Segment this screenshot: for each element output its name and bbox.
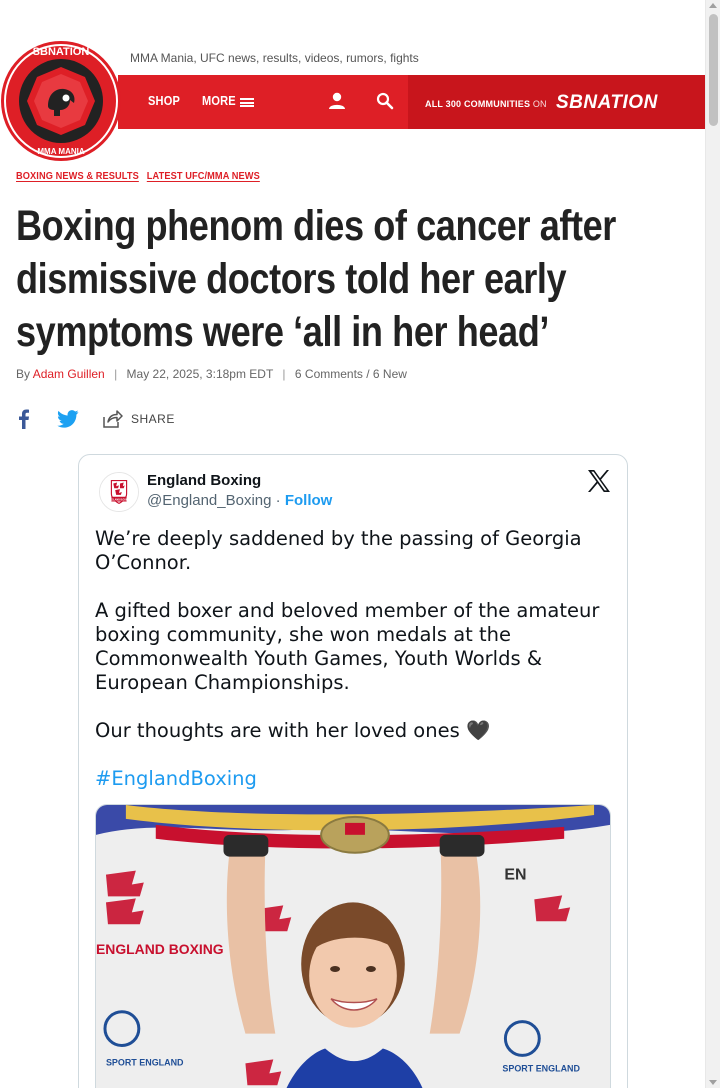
backdrop-banner-text: ENGLAND BOXING	[96, 941, 224, 957]
tweet-text: We’re deeply saddened by the passing of …	[95, 527, 610, 815]
byline-separator: |	[282, 367, 286, 381]
avatar-text: ENGLAND BOXING	[108, 499, 131, 502]
author-link[interactable]: Adam Guillen	[33, 367, 105, 381]
logo-top-text: SBNATION	[33, 46, 90, 58]
communities-label: ALL 300 COMMUNITIES	[425, 99, 531, 109]
hamburger-icon[interactable]	[240, 98, 254, 107]
communities-on-label: ON	[532, 99, 547, 109]
breadcrumb: BOXING NEWS & RESULTS LATEST UFC/MMA NEW…	[16, 170, 265, 182]
share-icon[interactable]	[101, 409, 123, 429]
all-communities-link[interactable]: ALL 300 COMMUNITIES ON	[425, 99, 547, 109]
twitter-icon[interactable]	[57, 410, 79, 428]
article-headline: Boxing phenom dies of cancer after dismi…	[16, 202, 616, 356]
scroll-up-arrow-icon[interactable]	[709, 3, 717, 8]
handle-dot: ·	[275, 492, 281, 509]
tweet-handle-row: @England_Boxing · Follow	[147, 492, 332, 509]
search-icon[interactable]	[375, 91, 395, 111]
sbnation-logo[interactable]: SBNATION	[556, 92, 658, 114]
share-label[interactable]: SHARE	[131, 412, 175, 426]
user-icon[interactable]	[327, 91, 347, 111]
scroll-thumb[interactable]	[709, 14, 718, 126]
facebook-icon[interactable]	[15, 409, 31, 429]
sponsor-text: SPORT ENGLAND	[106, 1057, 184, 1067]
x-logo-icon[interactable]	[587, 469, 611, 493]
tweet-handle[interactable]: @England_Boxing	[147, 492, 271, 509]
tweet-photo[interactable]: ENGLAND BOXING EN 3X SPORT ENGLAND SPORT…	[95, 804, 611, 1088]
nav-more-link[interactable]: MORE	[202, 93, 236, 108]
england-boxing-avatar[interactable]: ENGLAND BOXING	[99, 472, 139, 512]
nav-shop-link[interactable]: SHOP	[148, 93, 180, 108]
byline: By Adam Guillen | May 22, 2025, 3:18pm E…	[16, 367, 407, 381]
logo-bottom-text: MMA MANIA	[37, 147, 84, 156]
tweet-paragraph: A gifted boxer and beloved member of the…	[95, 599, 600, 694]
publish-date: May 22, 2025, 3:18pm EDT	[126, 367, 274, 381]
mma-mania-logo[interactable]: SBNATION MMA MANIA	[0, 40, 124, 162]
tweet-paragraph: Our thoughts are with her loved ones 🖤	[95, 719, 491, 742]
comments-link[interactable]: 6 Comments / 6 New	[295, 367, 407, 381]
breadcrumb-boxing-news[interactable]: BOXING NEWS & RESULTS	[16, 170, 139, 182]
site-tagline: MMA Mania, UFC news, results, videos, ru…	[130, 51, 419, 65]
page-scrollbar[interactable]	[705, 0, 720, 1088]
svg-text:SPORT ENGLAND: SPORT ENGLAND	[502, 1063, 580, 1073]
tweet-follow-link[interactable]: Follow	[285, 492, 333, 509]
tweet-author-name[interactable]: England Boxing	[147, 472, 261, 489]
tweet-paragraph: We’re deeply saddened by the passing of …	[95, 527, 582, 574]
byline-separator: |	[114, 367, 118, 381]
scroll-down-arrow-icon[interactable]	[709, 1080, 717, 1085]
breadcrumb-latest-news[interactable]: LATEST UFC/MMA NEWS	[147, 170, 260, 182]
byline-prefix: By	[16, 367, 31, 381]
tweet-hashtag[interactable]: #EnglandBoxing	[95, 767, 610, 791]
embedded-tweet[interactable]: ENGLAND BOXING England Boxing @England_B…	[78, 454, 628, 1088]
svg-text:EN: EN	[504, 867, 526, 884]
